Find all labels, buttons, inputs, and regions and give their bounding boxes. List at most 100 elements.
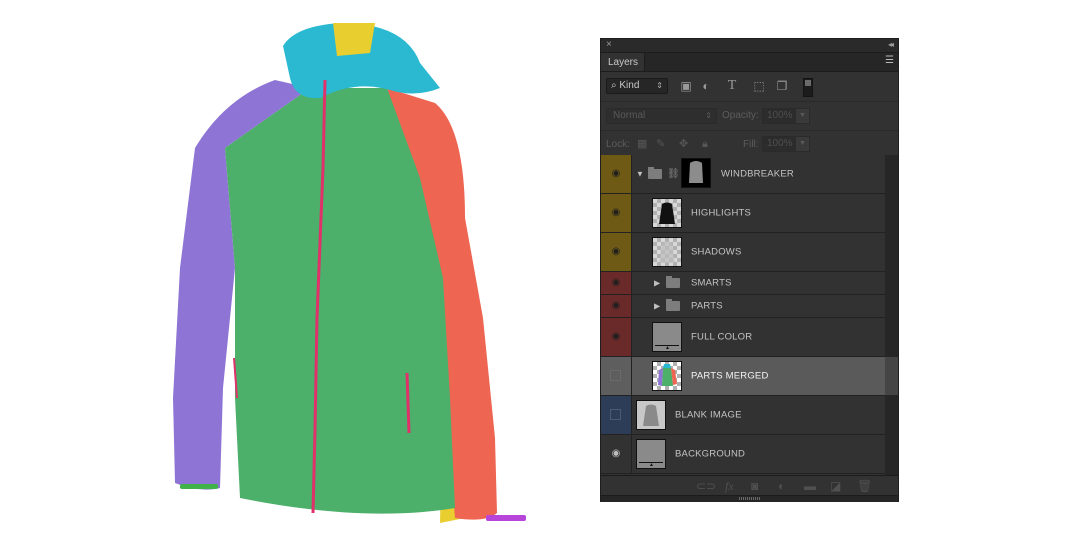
lock-transparent-icon[interactable]: ▦ [637, 138, 647, 150]
panel-titlebar: × ◂◂ [601, 39, 898, 53]
panel-tab-row: Layers ☰ [601, 53, 898, 72]
link-icon: ⛓ [667, 168, 680, 180]
layer-name: SMARTS [691, 277, 732, 289]
visibility-toggle[interactable]: ◉ [601, 318, 632, 356]
close-icon[interactable]: × [606, 39, 612, 51]
layer-row-blank-image[interactable]: BLANK IMAGE [601, 396, 885, 435]
panel-menu-icon[interactable]: ☰ [885, 56, 894, 66]
layers-scrollbar[interactable] [885, 155, 898, 475]
eye-icon: ◉ [611, 246, 621, 257]
delete-icon[interactable]: 🗑︎ [857, 479, 872, 493]
eye-icon: ◉ [611, 207, 621, 218]
layer-row-background[interactable]: ◉ BACKGROUND [601, 435, 885, 474]
scrollbar-thumb[interactable] [885, 357, 898, 395]
new-group-icon[interactable]: ▬ [804, 479, 816, 493]
layer-name: BLANK IMAGE [675, 409, 742, 421]
expand-triangle-icon[interactable]: ▶ [654, 302, 660, 311]
opacity-value: 100% [767, 110, 793, 121]
smart-object-filter-icon[interactable]: ❐ [775, 79, 789, 93]
layer-name: HIGHLIGHTS [691, 207, 752, 219]
fill-label: Fill: [743, 139, 759, 150]
layer-name: FULL COLOR [691, 331, 753, 343]
layer-name: SHADOWS [691, 246, 742, 258]
new-layer-icon[interactable]: ◪ [830, 479, 841, 493]
blend-mode-select[interactable]: Normal ⇕ [606, 108, 717, 124]
adjustment-layer-icon[interactable]: ◐ [778, 479, 785, 493]
folder-icon [666, 276, 680, 288]
layer-thumbnail [652, 361, 682, 391]
layers-panel: × ◂◂ Layers ☰ ⌕ Kind ⇕ ▣ ◐ T ⬚ ❐ Normal … [600, 38, 899, 502]
layer-thumbnail [636, 400, 666, 430]
layer-row-parts-merged[interactable]: PARTS MERGED [601, 357, 885, 396]
updown-arrows-icon: ⇕ [705, 111, 712, 120]
layer-name: PARTS [691, 300, 723, 312]
layer-row-smarts[interactable]: ◉ ▶ SMARTS [601, 272, 885, 295]
lock-position-icon[interactable]: ✥ [679, 138, 688, 150]
layer-name: WINDBREAKER [721, 168, 794, 180]
hidden-checkbox-icon [610, 409, 621, 420]
fill-layer-thumbnail [652, 322, 682, 352]
jacket-cuff-left [180, 484, 218, 489]
link-layers-icon[interactable]: ⊂⊃ [696, 479, 716, 493]
resize-grip[interactable] [601, 495, 898, 502]
jacket-pocket [405, 372, 411, 434]
layer-row-highlights[interactable]: ◉ HIGHLIGHTS [601, 194, 885, 233]
visibility-toggle[interactable]: ◉ [601, 272, 632, 294]
eye-icon: ◉ [611, 448, 621, 459]
chevron-down-icon[interactable]: ▼ [796, 109, 809, 123]
add-mask-icon[interactable]: ◙ [751, 479, 758, 493]
visibility-toggle[interactable]: ◉ [601, 233, 632, 271]
visibility-toggle[interactable]: ◉ [601, 435, 632, 473]
hidden-checkbox-icon [610, 370, 621, 381]
chevron-down-icon[interactable]: ▼ [796, 137, 809, 151]
panel-bottom-toolbar: ⊂⊃ fx ◙ ◐ ▬ ◪ 🗑︎ [601, 475, 898, 496]
jacket-mockup-image [173, 23, 526, 523]
adjustment-filter-icon[interactable]: ◐ [699, 79, 713, 93]
expand-triangle-icon[interactable]: ▼ [636, 170, 644, 179]
filter-row: ⌕ Kind ⇕ ▣ ◐ T ⬚ ❐ [601, 72, 898, 102]
eye-icon: ◉ [611, 300, 621, 311]
opacity-label: Opacity: [722, 110, 759, 121]
lock-paint-icon[interactable]: ✎ [656, 138, 665, 150]
blend-mode-value: Normal [613, 110, 646, 121]
jacket-cuff-right [486, 515, 526, 521]
folder-icon [666, 299, 680, 311]
opacity-input[interactable]: 100% ▼ [762, 108, 810, 124]
visibility-toggle[interactable] [601, 396, 632, 434]
layer-row-full-color[interactable]: ◉ FULL COLOR [601, 318, 885, 357]
type-filter-icon[interactable]: T [725, 79, 739, 93]
tab-layers[interactable]: Layers [601, 53, 645, 71]
eye-icon: ◉ [611, 277, 621, 288]
layer-row-windbreaker[interactable]: ◉ ▼ ⛓ WINDBREAKER [601, 155, 885, 194]
eye-icon: ◉ [611, 331, 621, 342]
visibility-toggle[interactable]: ◉ [601, 295, 632, 317]
layer-row-shadows[interactable]: ◉ SHADOWS [601, 233, 885, 272]
layers-list: ◉ ▼ ⛓ WINDBREAKER ◉ HIGHLIGHTS ◉ SHADOWS [601, 155, 885, 474]
visibility-toggle[interactable]: ◉ [601, 194, 632, 232]
layer-row-parts[interactable]: ◉ ▶ PARTS [601, 295, 885, 318]
expand-triangle-icon[interactable]: ▶ [654, 279, 660, 288]
filter-kind-select[interactable]: ⌕ Kind ⇕ [606, 78, 668, 94]
fill-value: 100% [767, 138, 793, 149]
layer-thumbnail [652, 237, 682, 267]
filter-toggle[interactable] [803, 78, 813, 97]
lock-label: Lock: [606, 139, 630, 150]
mask-thumbnail[interactable] [681, 158, 711, 188]
fill-layer-thumbnail [636, 439, 666, 469]
visibility-toggle[interactable] [601, 357, 632, 395]
fill-input[interactable]: 100% ▼ [762, 136, 810, 152]
filter-kind-label: Kind [619, 80, 640, 91]
layer-thumbnail [652, 198, 682, 228]
blend-row: Normal ⇕ Opacity: 100% ▼ [601, 102, 898, 131]
fx-icon[interactable]: fx [725, 479, 734, 493]
eye-icon: ◉ [611, 168, 621, 179]
lock-all-icon[interactable]: 🔒︎ [702, 138, 708, 150]
updown-arrows-icon: ⇕ [656, 81, 663, 90]
shape-filter-icon[interactable]: ⬚ [752, 79, 766, 93]
visibility-toggle[interactable]: ◉ [601, 155, 632, 193]
layer-name: BACKGROUND [675, 448, 746, 460]
collapse-icon[interactable]: ◂◂ [888, 39, 894, 51]
jacket-hood-panel [333, 23, 375, 56]
image-filter-icon[interactable]: ▣ [679, 79, 693, 93]
folder-icon [648, 167, 662, 179]
